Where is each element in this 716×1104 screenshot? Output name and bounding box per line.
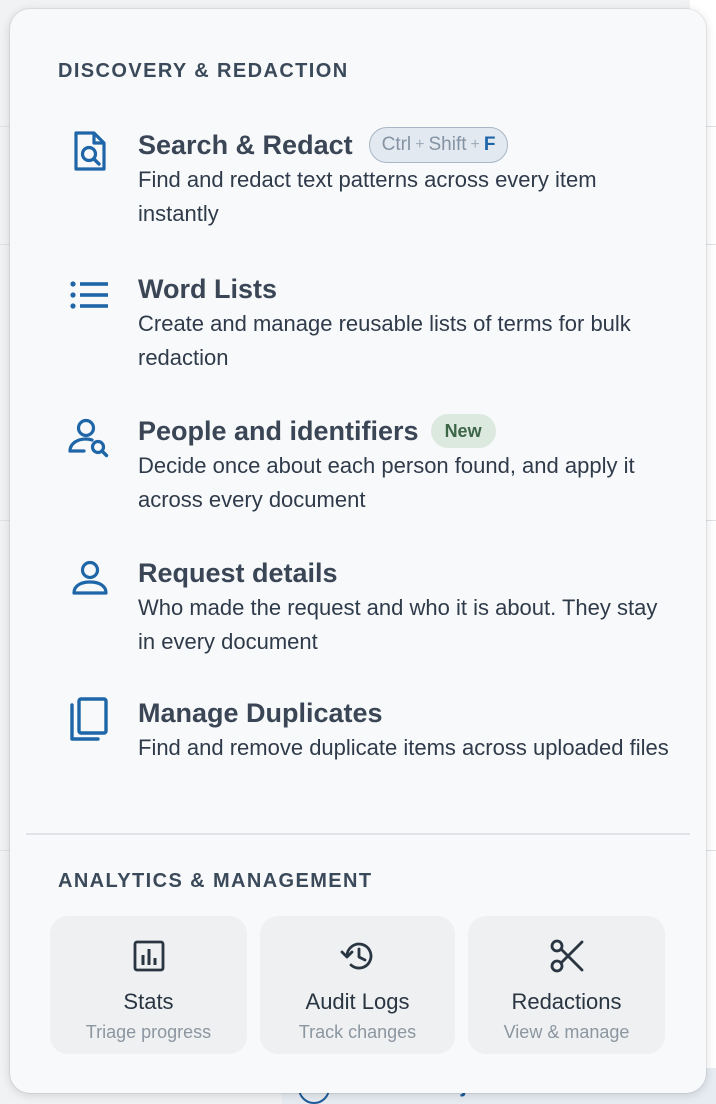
shortcut-badge: Ctrl + Shift + F xyxy=(368,127,509,163)
plus-icon: + xyxy=(470,136,480,153)
card-title: Audit Logs xyxy=(305,989,410,1014)
menu-item-title: Manage Duplicates xyxy=(138,697,383,728)
menu-item-description: Who made the request and who it is about… xyxy=(138,595,658,654)
menu-item-title: People and identifiers xyxy=(138,415,419,446)
section-divider xyxy=(26,833,690,835)
menu-item-description: Find and redact text patterns across eve… xyxy=(138,167,597,226)
menu-item-description: Decide once about each person found, and… xyxy=(138,453,635,512)
menu-item-title: Request details xyxy=(138,557,338,588)
menu-item-manage-duplicates[interactable]: Manage Duplicates Find and remove duplic… xyxy=(66,695,676,803)
card-title: Redactions xyxy=(511,989,622,1014)
section-title-analytics: ANALYTICS & MANAGEMENT xyxy=(58,870,373,892)
card-subtitle: Track changes xyxy=(298,1022,417,1042)
card-subtitle: Triage progress xyxy=(85,1022,212,1042)
bar-chart-icon xyxy=(131,938,167,974)
menu-item-title: Word Lists xyxy=(138,273,278,304)
history-icon xyxy=(340,938,376,974)
stats-card[interactable]: Stats Triage progress xyxy=(50,916,247,1054)
card-subtitle: View & manage xyxy=(503,1022,630,1042)
shortcut-key: Shift xyxy=(428,134,467,155)
person-search-icon xyxy=(66,413,114,461)
menu-item-people-identifiers[interactable]: People and identifiers New Decide once a… xyxy=(66,413,676,521)
plus-icon: + xyxy=(415,136,425,153)
copy-icon xyxy=(66,695,114,743)
scissors-icon xyxy=(549,938,585,974)
tools-menu: DISCOVERY & REDACTION Search & Redact Ct… xyxy=(10,9,706,1093)
menu-item-description: Create and manage reusable lists of term… xyxy=(138,311,631,370)
menu-item-word-lists[interactable]: Word Lists Create and manage reusable li… xyxy=(66,271,676,379)
redactions-card[interactable]: Redactions View & manage xyxy=(468,916,665,1054)
person-icon xyxy=(66,555,114,603)
audit-logs-card[interactable]: Audit Logs Track changes xyxy=(260,916,455,1054)
shortcut-key: Ctrl xyxy=(381,134,412,155)
new-badge: New xyxy=(430,414,496,448)
menu-item-request-details[interactable]: Request details Who made the request and… xyxy=(66,555,676,663)
list-icon xyxy=(66,271,114,319)
document-search-icon xyxy=(66,127,114,175)
shortcut-key: F xyxy=(483,134,496,155)
menu-item-search-redact[interactable]: Search & Redact Ctrl + Shift + F Find an… xyxy=(66,127,676,235)
menu-item-title: Search & Redact xyxy=(138,129,353,160)
menu-item-description: Find and remove duplicate items across u… xyxy=(138,735,669,760)
card-title: Stats xyxy=(123,989,174,1014)
section-title-discovery: DISCOVERY & REDACTION xyxy=(58,60,349,82)
